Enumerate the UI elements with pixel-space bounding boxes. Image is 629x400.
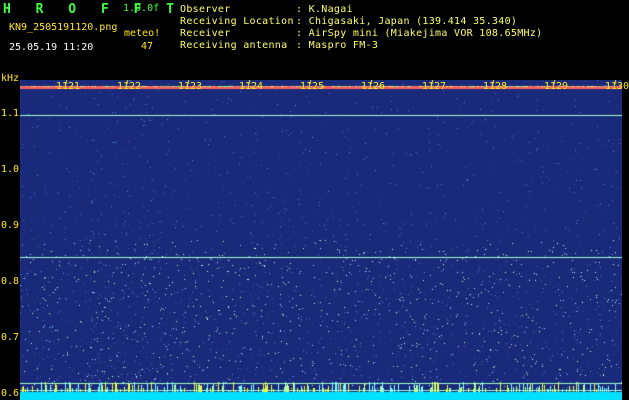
x-tick-label: 1125: [300, 81, 325, 92]
timestamp-label: 25.05.19 11:20: [9, 42, 94, 53]
station-label: meteo!: [124, 28, 161, 39]
version-label: 1.0.0f: [123, 3, 160, 14]
x-tick-label: 1126: [361, 81, 386, 92]
info-label-receiver: Receiver: [180, 28, 231, 39]
x-tick-label: 1130: [605, 81, 629, 92]
x-tick-label: 1128: [483, 81, 508, 92]
info-value-location: : Chigasaki, Japan (139.414 35.340): [296, 16, 518, 27]
y-tick-label: 1.0: [1, 163, 20, 175]
x-tick-label: 1124: [239, 81, 264, 92]
x-tick-label: 1127: [422, 81, 447, 92]
info-label-observer: Observer: [180, 4, 231, 15]
count-label: 47: [141, 41, 154, 52]
info-value-observer: : K.Nagai: [296, 4, 353, 15]
y-tick-label: 0.9: [1, 219, 20, 231]
y-tick-label: 1.1: [1, 107, 20, 119]
y-tick-label: 0.6: [1, 388, 20, 400]
x-tick-label: 1129: [544, 81, 569, 92]
y-axis-label: kHz: [1, 73, 20, 84]
filename-label: KN9_2505191120.png: [9, 22, 118, 33]
info-labels: Observer Receiving Location Receiver Rec…: [180, 4, 294, 52]
x-tick-label: 1122: [117, 81, 142, 92]
info-value-antenna: : Maspro FM-3: [296, 40, 379, 51]
x-tick-label: 1121: [56, 81, 81, 92]
info-label-antenna: Receiving antenna: [180, 40, 288, 51]
y-tick-label: 0.8: [1, 276, 20, 288]
info-value-receiver: : AirSpy mini (Miakejima VOR 108.65MHz): [296, 28, 543, 39]
y-tick-label: 0.7: [1, 332, 20, 344]
spectrogram-plot[interactable]: [20, 80, 622, 400]
info-values: : K.Nagai : Chigasaki, Japan (139.414 35…: [296, 4, 543, 52]
x-tick-label: 1123: [178, 81, 203, 92]
info-label-location: Receiving Location: [180, 16, 294, 27]
